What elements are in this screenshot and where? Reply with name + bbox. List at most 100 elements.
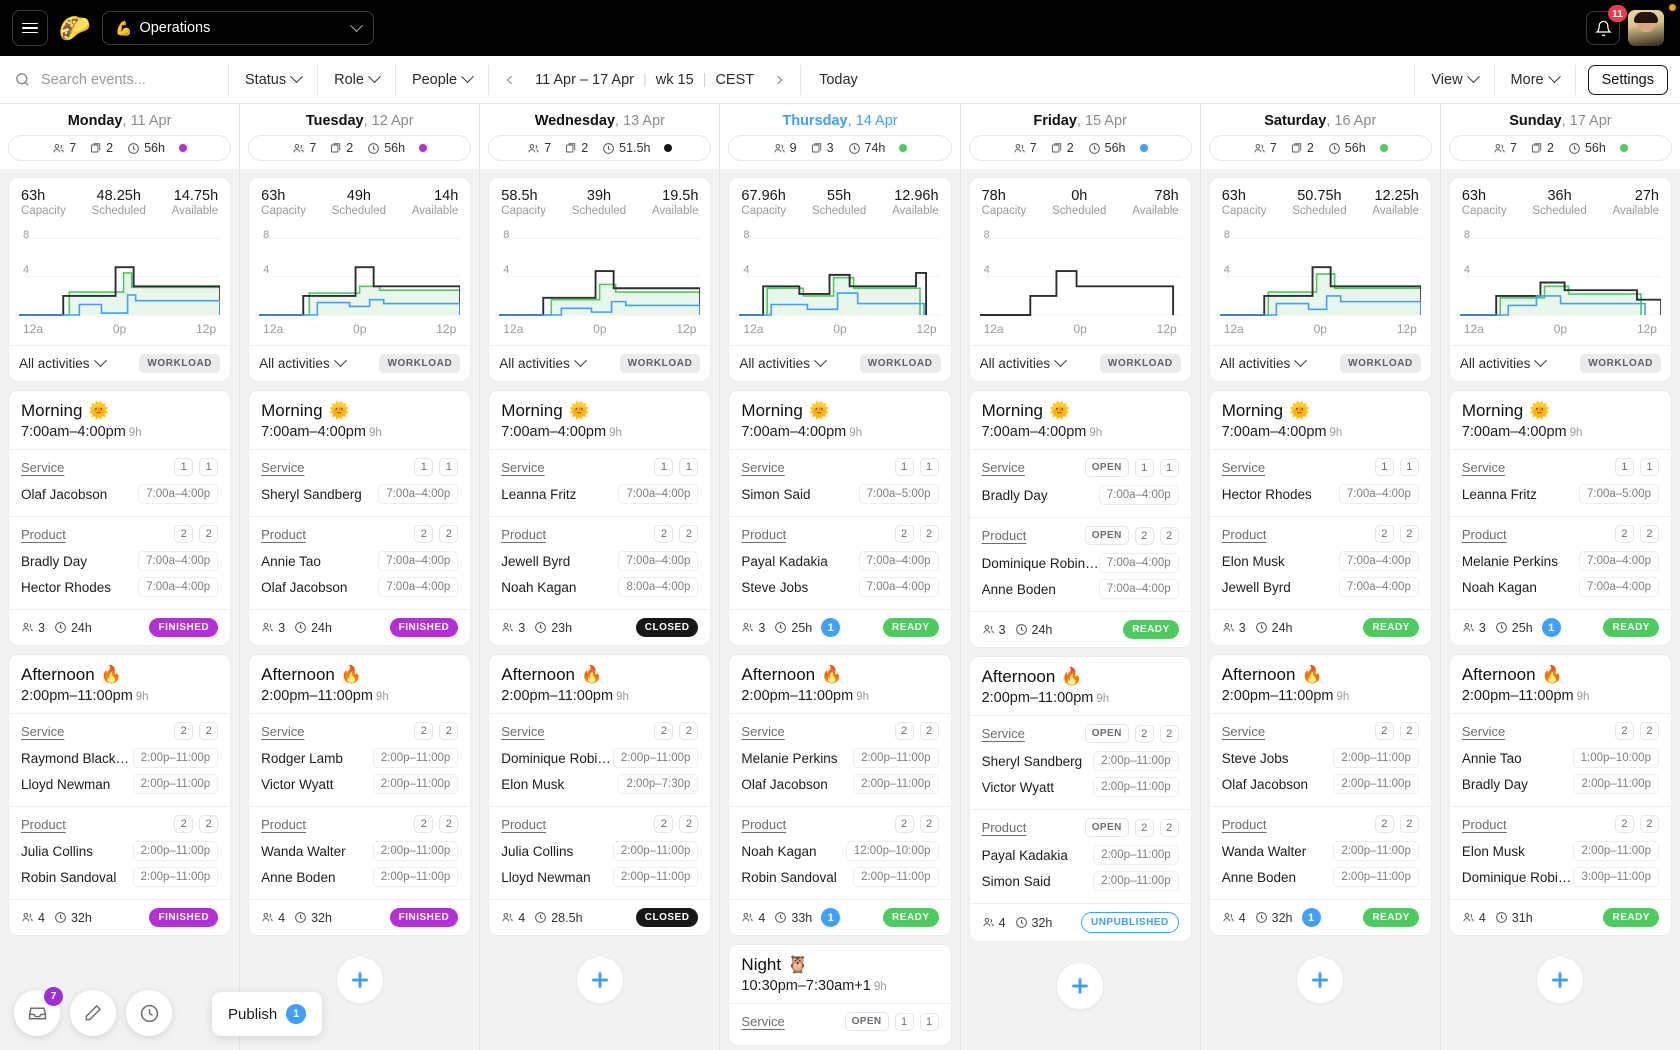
shift-group-name[interactable]: Service [261, 724, 304, 739]
assignment-row[interactable]: Lloyd Newman2:00p–11:00p [501, 864, 698, 890]
shift-card[interactable]: Afternoon🔥2:00pm–11:00pm9hService22Steve… [1209, 654, 1432, 936]
shift-group-name[interactable]: Service [21, 460, 64, 475]
shift-card[interactable]: Afternoon🔥2:00pm–11:00pm9hService22Domin… [488, 654, 711, 936]
shift-card[interactable]: Afternoon🔥2:00pm–11:00pm9hServiceOPEN22S… [969, 656, 1192, 942]
publish-button[interactable]: Publish 1 [212, 992, 322, 1036]
shift-card[interactable]: Afternoon🔥2:00pm–11:00pm9hService22Rodge… [248, 654, 471, 936]
edit-button[interactable] [70, 990, 116, 1036]
day-stats-chip[interactable]: 7256h [969, 135, 1192, 161]
assignment-row[interactable]: Wanda Walter2:00p–11:00p [261, 838, 458, 864]
shift-group-name[interactable]: Service [982, 726, 1025, 741]
assignment-row[interactable]: Olaf Jacobson2:00p–11:00p [741, 771, 938, 797]
activities-filter[interactable]: All activities [19, 356, 105, 371]
assignment-row[interactable]: Lloyd Newman2:00p–11:00p [21, 771, 218, 797]
activities-filter[interactable]: All activities [1220, 356, 1306, 371]
assignment-row[interactable]: Bradly Day7:00a–4:00p [21, 548, 218, 574]
prev-week-button[interactable] [495, 65, 525, 95]
assignment-row[interactable]: Noah Kagan7:00a–4:00p [1462, 574, 1659, 600]
activities-filter[interactable]: All activities [739, 356, 825, 371]
assignment-row[interactable]: Robin Sandoval2:00p–11:00p [21, 864, 218, 890]
hamburger-icon[interactable] [12, 10, 48, 46]
assignment-row[interactable]: Annie Tao7:00a–4:00p [261, 548, 458, 574]
add-shift-button[interactable] [1536, 956, 1584, 1004]
view-menu[interactable]: View [1415, 56, 1493, 103]
add-shift-button[interactable] [1296, 956, 1344, 1004]
activities-filter[interactable]: All activities [259, 356, 345, 371]
assignment-row[interactable]: Elon Musk2:00p–7:30p [501, 771, 698, 797]
shift-group-name[interactable]: Product [1462, 527, 1507, 542]
inbox-button[interactable]: 7 [14, 990, 60, 1036]
notifications-button[interactable]: 11 [1586, 11, 1620, 45]
shift-group-name[interactable]: Product [501, 817, 546, 832]
footer-count-chip[interactable]: 1 [821, 618, 840, 637]
assignment-row[interactable]: Melanie Perkins2:00p–11:00p [741, 745, 938, 771]
assignment-row[interactable]: Annie Tao1:00p–10:00p [1462, 745, 1659, 771]
day-stats-chip[interactable]: 7256h [1449, 135, 1672, 161]
date-range-label[interactable]: 11 Apr – 17 Apr | wk 15 | CEST [525, 72, 764, 88]
shift-group-name[interactable]: Service [261, 460, 304, 475]
shift-group-name[interactable]: Product [741, 527, 786, 542]
footer-count-chip[interactable]: 1 [1302, 908, 1321, 927]
shift-group-name[interactable]: Product [501, 527, 546, 542]
shift-group-name[interactable]: Product [741, 817, 786, 832]
assignment-row[interactable]: Sheryl Sandberg7:00a–4:00p [261, 481, 458, 507]
shift-group-name[interactable]: Service [1222, 724, 1265, 739]
filter-people[interactable]: People [396, 56, 488, 103]
shift-card[interactable]: Night🦉10:30pm–7:30am+19hServiceOPEN11 [728, 944, 951, 1046]
assignment-row[interactable]: Noah Kagan12:00p–10:00p [741, 838, 938, 864]
assignment-row[interactable]: Bradly Day2:00p–11:00p [1462, 771, 1659, 797]
workload-tag[interactable]: WORKLOAD [139, 354, 220, 373]
shift-group-name[interactable]: Service [501, 724, 544, 739]
footer-count-chip[interactable]: 1 [1542, 618, 1561, 637]
shift-card[interactable]: Morning🌞7:00am–4:00pm9hService11Olaf Jac… [8, 390, 231, 646]
assignment-row[interactable]: Simon Said2:00p–11:00p [982, 868, 1179, 894]
brand-logo-icon[interactable]: 🌮 [58, 15, 92, 41]
assignment-row[interactable]: Olaf Jacobson7:00a–4:00p [261, 574, 458, 600]
search-input[interactable] [41, 72, 211, 88]
assignment-row[interactable]: Victor Wyatt2:00p–11:00p [982, 774, 1179, 800]
day-stats-chip[interactable]: 7251.5h [488, 135, 711, 161]
day-stats-chip[interactable]: 7256h [1209, 135, 1432, 161]
more-menu[interactable]: More [1495, 56, 1575, 103]
today-button[interactable]: Today [801, 72, 876, 88]
add-shift-button[interactable] [336, 956, 384, 1004]
assignment-row[interactable]: Noah Kagan8:00a–4:00p [501, 574, 698, 600]
add-shift-button[interactable] [576, 956, 624, 1004]
assignment-row[interactable]: Simon Said7:00a–5:00p [741, 481, 938, 507]
shift-card[interactable]: Afternoon🔥2:00pm–11:00pm9hService22Melan… [728, 654, 951, 936]
shift-card[interactable]: Morning🌞7:00am–4:00pm9hService11Sheryl S… [248, 390, 471, 646]
assignment-row[interactable]: Wanda Walter2:00p–11:00p [1222, 838, 1419, 864]
assignment-row[interactable]: Olaf Jacobson2:00p–11:00p [1222, 771, 1419, 797]
assignment-row[interactable]: Victor Wyatt2:00p–11:00p [261, 771, 458, 797]
shift-group-name[interactable]: Product [21, 527, 66, 542]
workload-tag[interactable]: WORKLOAD [379, 354, 460, 373]
shift-group-name[interactable]: Service [741, 1014, 784, 1029]
assignment-row[interactable]: Leanna Fritz7:00a–4:00p [501, 481, 698, 507]
assignment-row[interactable]: Dominique Robinson7:00a–4:00p [982, 550, 1179, 576]
workload-tag[interactable]: WORKLOAD [620, 354, 701, 373]
activities-filter[interactable]: All activities [980, 356, 1066, 371]
assignment-row[interactable]: Rodger Lamb2:00p–11:00p [261, 745, 458, 771]
shift-group-name[interactable]: Service [1462, 724, 1505, 739]
assignment-row[interactable]: Jewell Byrd7:00a–4:00p [1222, 574, 1419, 600]
shift-group-name[interactable]: Product [1222, 527, 1267, 542]
shift-group-name[interactable]: Service [1462, 460, 1505, 475]
assignment-row[interactable]: Julia Collins2:00p–11:00p [21, 838, 218, 864]
assignment-row[interactable]: Hector Rhodes7:00a–4:00p [21, 574, 218, 600]
assignment-row[interactable]: Olaf Jacobson7:00a–4:00p [21, 481, 218, 507]
workspace-selector[interactable]: 💪 Operations [102, 11, 374, 45]
assignment-row[interactable]: Dominique Robinson3:00p–11:00p [1462, 864, 1659, 890]
assignment-row[interactable]: Elon Musk2:00p–11:00p [1462, 838, 1659, 864]
workload-tag[interactable]: WORKLOAD [1340, 354, 1421, 373]
activities-filter[interactable]: All activities [499, 356, 585, 371]
shift-card[interactable]: Afternoon🔥2:00pm–11:00pm9hService22Annie… [1449, 654, 1672, 936]
shift-card[interactable]: Morning🌞7:00am–4:00pm9hService11Simon Sa… [728, 390, 951, 646]
assignment-row[interactable]: Julia Collins2:00p–11:00p [501, 838, 698, 864]
shift-group-name[interactable]: Product [982, 820, 1027, 835]
assignment-row[interactable]: Anne Boden7:00a–4:00p [982, 576, 1179, 602]
assignment-row[interactable]: Bradly Day7:00a–4:00p [982, 482, 1179, 508]
workload-tag[interactable]: WORKLOAD [1580, 354, 1661, 373]
next-week-button[interactable] [764, 65, 794, 95]
shift-group-name[interactable]: Service [982, 460, 1025, 475]
shift-card[interactable]: Morning🌞7:00am–4:00pm9hService11Leanna F… [1449, 390, 1672, 646]
